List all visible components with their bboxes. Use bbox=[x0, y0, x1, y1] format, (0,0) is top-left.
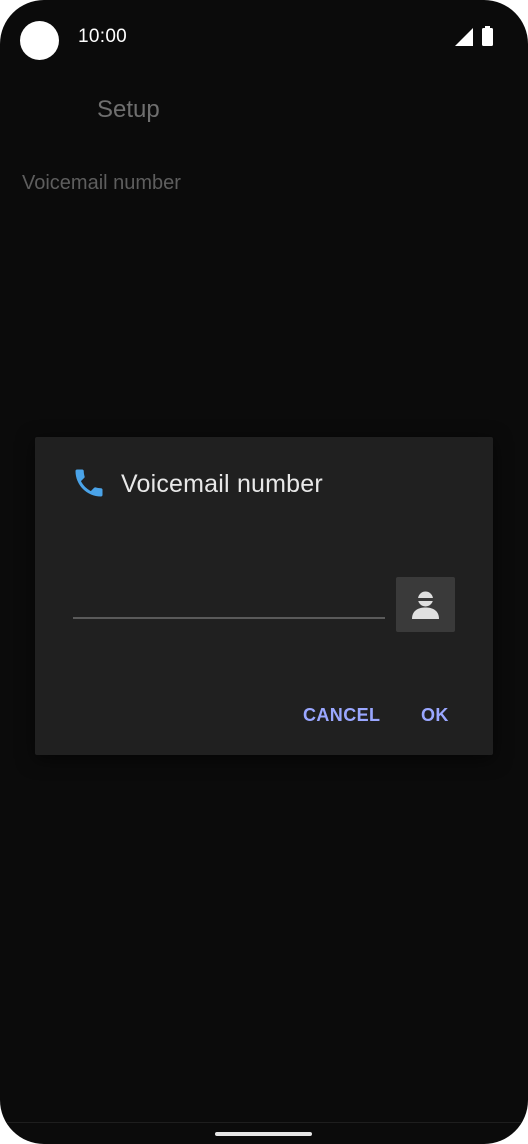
status-bar: 10:00 bbox=[0, 0, 528, 76]
cancel-button[interactable]: CANCEL bbox=[303, 705, 380, 726]
signal-icon bbox=[455, 28, 473, 46]
camera-cutout bbox=[20, 21, 59, 60]
voicemail-number-dialog: Voicemail number CANCEL OK bbox=[35, 437, 493, 755]
phone-icon bbox=[75, 469, 103, 497]
page-title: Setup bbox=[97, 96, 160, 123]
battery-icon bbox=[482, 26, 493, 46]
home-gesture-handle[interactable] bbox=[215, 1132, 312, 1136]
phone-screen: 10:00 Setup Voicemail number Voicemail n… bbox=[0, 0, 528, 1144]
navigation-bar-divider bbox=[0, 1122, 528, 1123]
status-time: 10:00 bbox=[78, 26, 128, 47]
ok-button[interactable]: OK bbox=[421, 705, 449, 726]
voicemail-number-input[interactable] bbox=[73, 583, 385, 619]
voicemail-number-setting[interactable]: Voicemail number bbox=[22, 172, 181, 195]
contact-icon bbox=[412, 591, 439, 619]
dialog-title: Voicemail number bbox=[121, 470, 323, 498]
contact-picker-button[interactable] bbox=[396, 577, 455, 632]
dialog-actions: CANCEL OK bbox=[35, 695, 493, 735]
